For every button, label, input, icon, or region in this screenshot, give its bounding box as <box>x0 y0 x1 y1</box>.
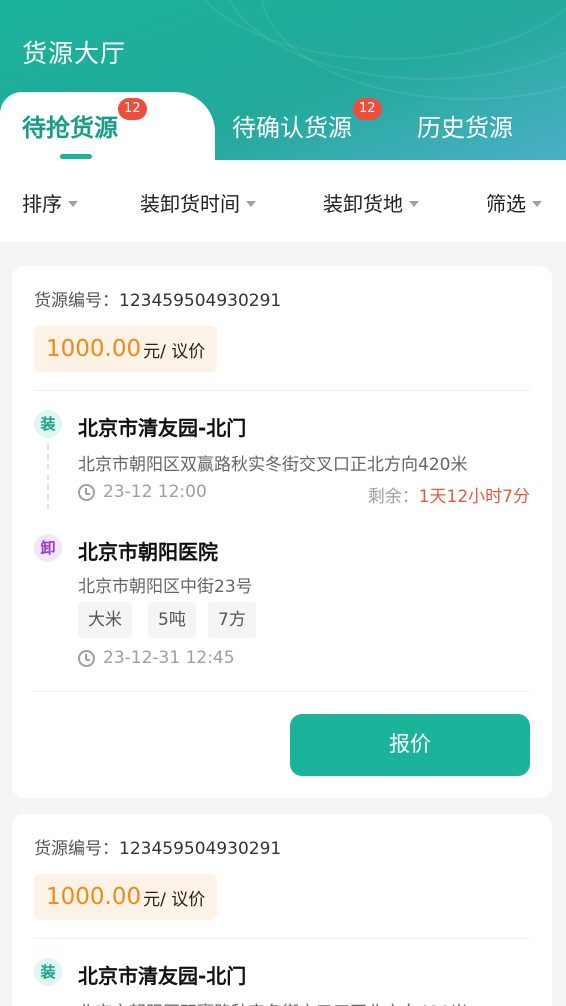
load-place-title: 北京市清友园-北门 <box>78 964 247 988</box>
divider <box>34 938 530 939</box>
unload-tag-icon: 卸 <box>34 534 62 562</box>
quote-button[interactable]: 报价 <box>290 714 530 776</box>
load-address: 北京市朝阳区双赢路秋实冬街交叉口正北方向420米 <box>78 998 467 1006</box>
remaining-time: 剩余：1天12小时7分 <box>367 487 530 507</box>
tab-badge: 12 <box>118 98 147 120</box>
filter-location[interactable]: 装卸货地 <box>323 188 419 217</box>
caret-down-icon <box>68 200 78 207</box>
filter-screen[interactable]: 筛选 <box>486 188 542 217</box>
clock-icon <box>78 483 95 501</box>
cargo-number: 货源编号：123459504930291 <box>34 291 282 311</box>
price-box: 1000.00 元/ 议价 <box>34 874 218 920</box>
clock-icon <box>78 649 95 667</box>
cargo-chip: 7方 <box>208 602 256 638</box>
filter-sort[interactable]: 排序 <box>22 188 78 217</box>
tab-label: 待抢货源 <box>22 114 118 142</box>
tab-pending-confirm[interactable]: 待确认货源 <box>232 108 352 143</box>
cargo-card[interactable]: 货源编号：123459504930291 1000.00 元/ 议价 装 北京市… <box>12 266 552 798</box>
load-tag-icon: 装 <box>34 410 62 438</box>
load-tag-icon: 装 <box>34 958 62 986</box>
unload-address: 北京市朝阳区中街23号 <box>78 577 253 597</box>
caret-down-icon <box>409 200 419 207</box>
price-unit: 元/ 议价 <box>143 341 206 362</box>
divider <box>34 390 530 391</box>
tab-pending-grab[interactable]: 待抢货源 <box>22 108 118 143</box>
tab-label: 历史货源 <box>417 114 513 142</box>
unload-time: 23-12-31 12:45 <box>78 648 235 668</box>
header: 货源大厅 待抢货源 12 待确认货源 12 历史货源 <box>0 0 566 160</box>
price-box: 1000.00 元/ 议价 <box>34 326 218 372</box>
divider <box>34 691 530 692</box>
price-value: 1000.00 <box>46 884 142 910</box>
tab-history[interactable]: 历史货源 <box>417 108 513 143</box>
tab-badge: 12 <box>353 98 382 120</box>
cargo-chip: 5吨 <box>148 602 196 638</box>
cargo-number: 货源编号：123459504930291 <box>34 839 282 859</box>
route-dots <box>47 444 49 510</box>
price-unit: 元/ 议价 <box>143 889 206 910</box>
caret-down-icon <box>532 200 542 207</box>
tab-label: 待确认货源 <box>232 114 352 142</box>
tab-underline <box>60 154 92 159</box>
load-address: 北京市朝阳区双赢路秋实冬街交叉口正北方向420米 <box>78 455 468 475</box>
filter-bar: 排序 装卸货时间 装卸货地 筛选 <box>0 160 566 242</box>
unload-place-title: 北京市朝阳医院 <box>78 540 218 564</box>
load-time: 23-12 12:00 <box>78 482 207 502</box>
caret-down-icon <box>246 200 256 207</box>
cargo-card[interactable]: 货源编号：123459504930291 1000.00 元/ 议价 装 北京市… <box>12 814 552 1006</box>
filter-time[interactable]: 装卸货时间 <box>140 188 256 217</box>
cargo-chip: 大米 <box>78 602 132 638</box>
page-title: 货源大厅 <box>22 39 127 68</box>
load-place-title: 北京市清友园-北门 <box>78 416 247 440</box>
price-value: 1000.00 <box>46 336 142 362</box>
